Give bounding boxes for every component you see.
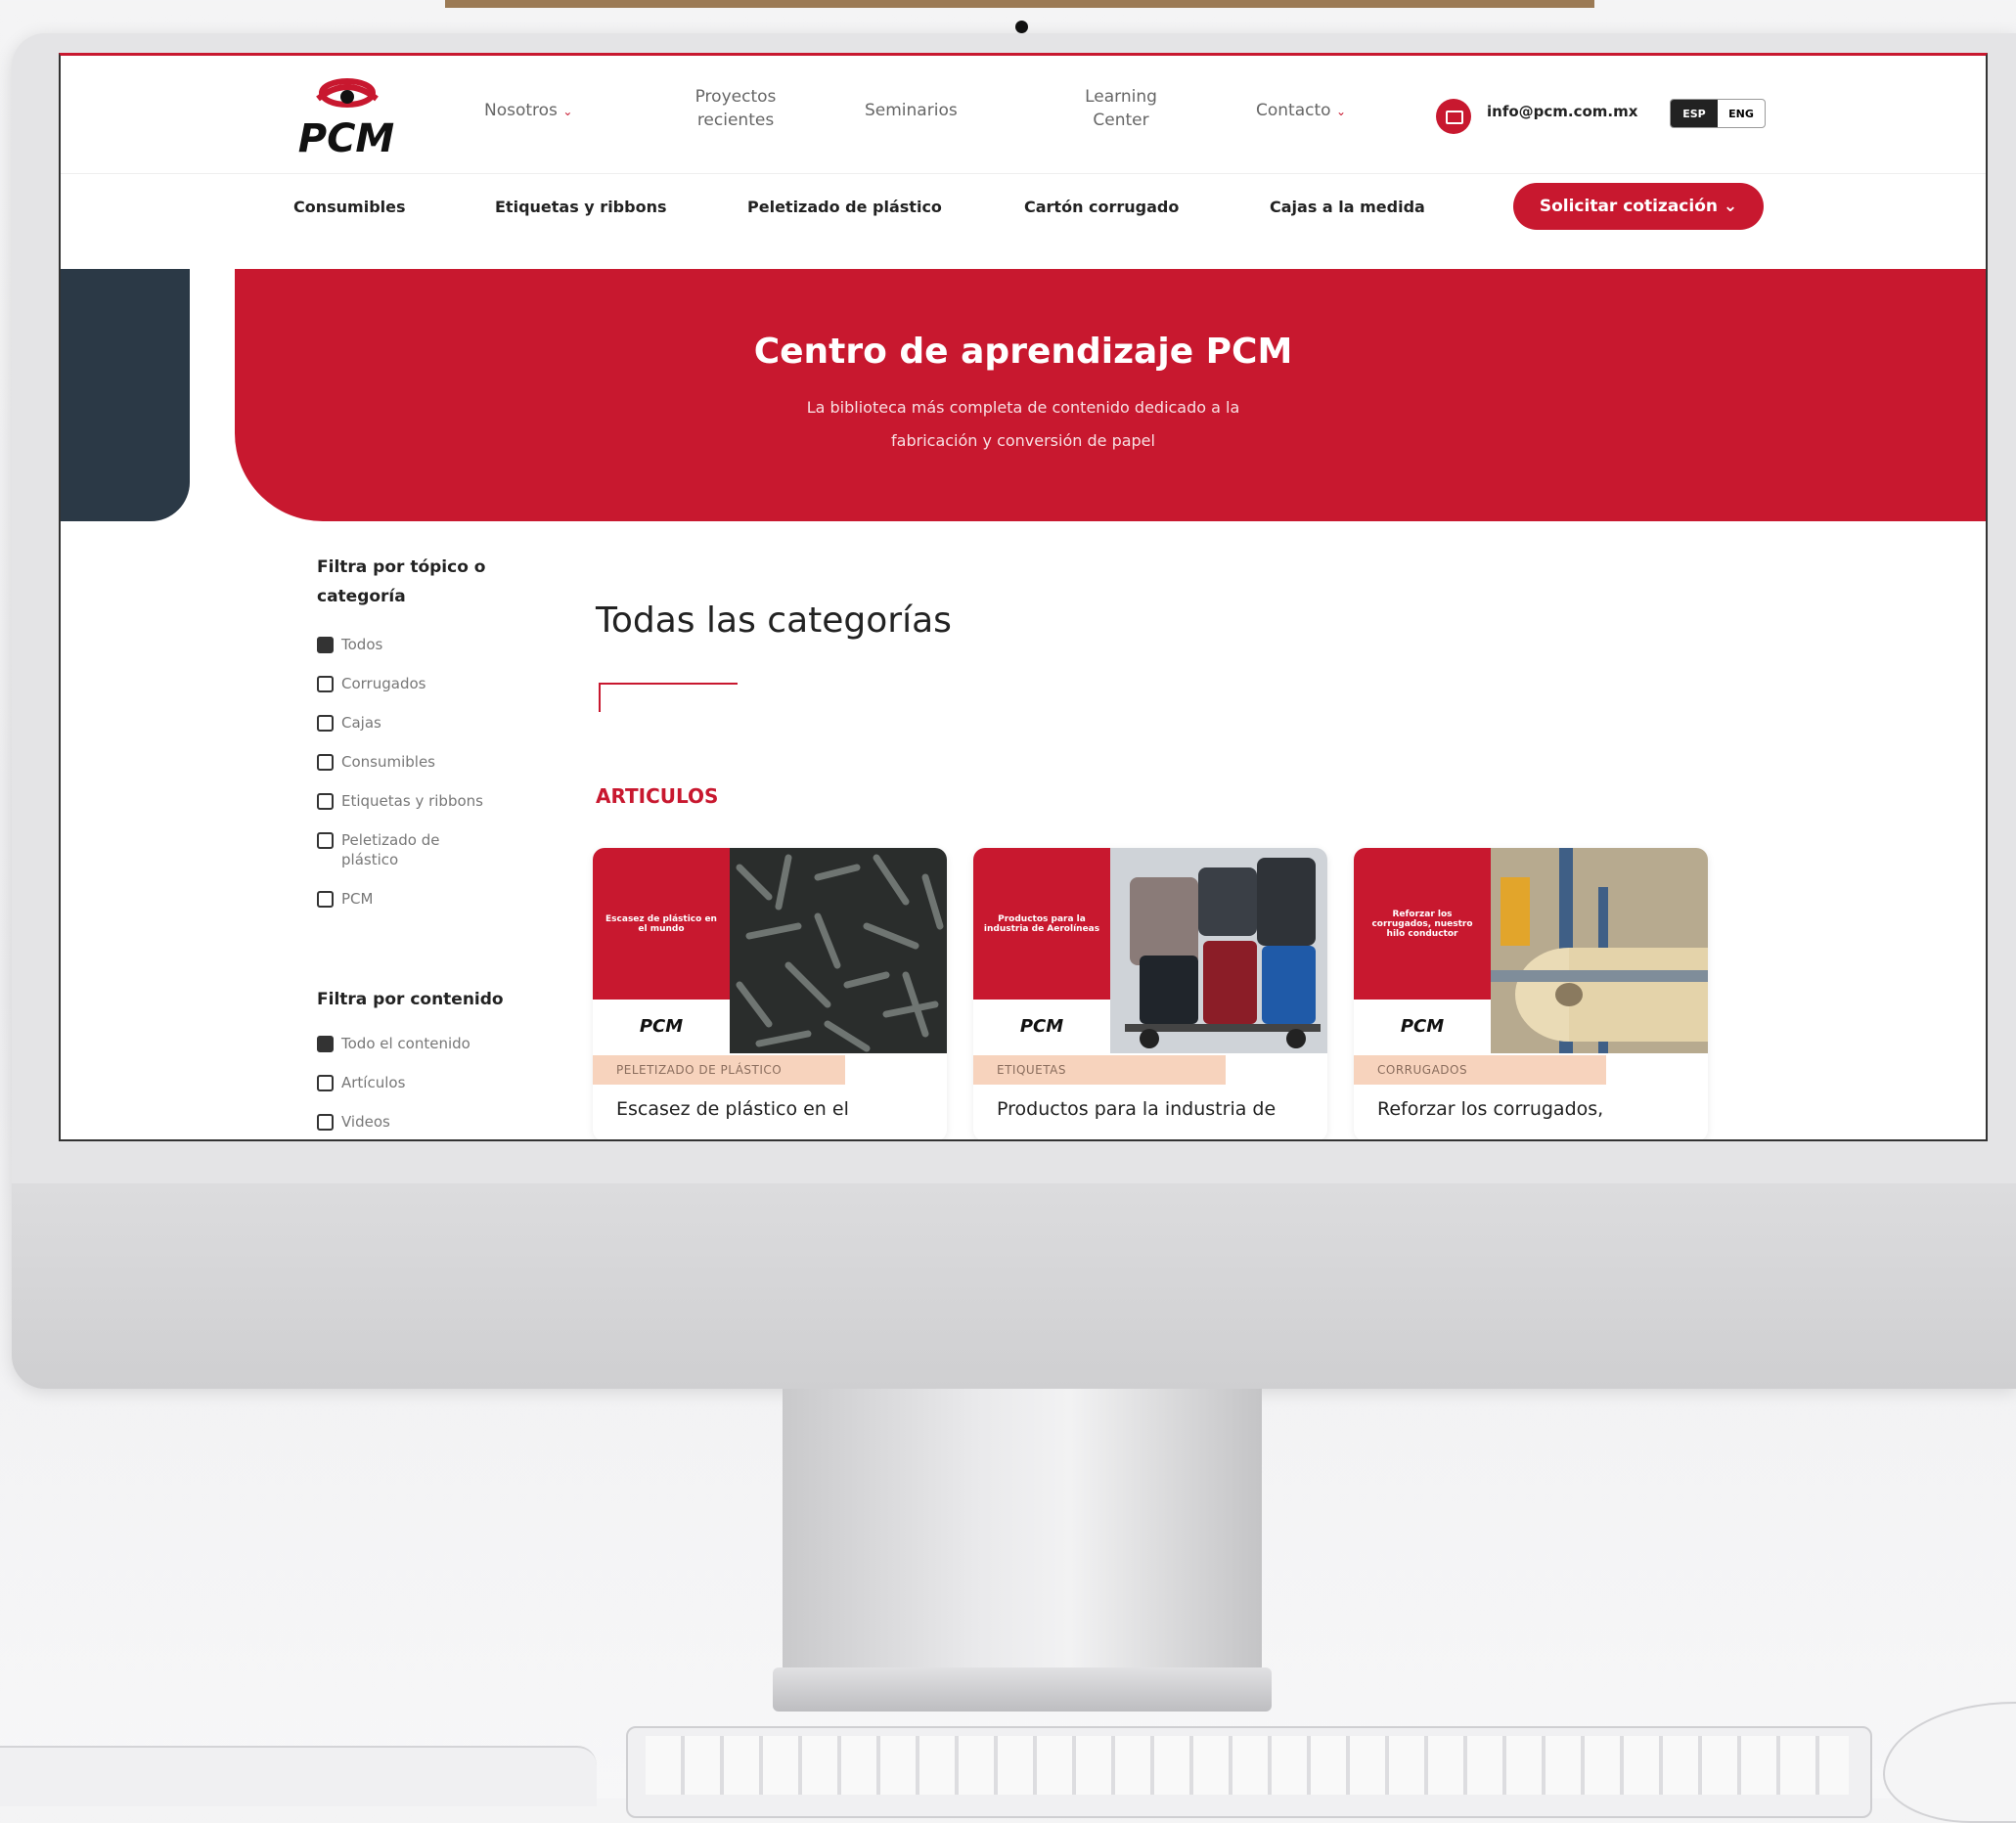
filter-consumibles[interactable]: Consumibles — [317, 752, 435, 772]
pcm-logo-small: PCM — [1354, 1000, 1491, 1053]
nav-proyectos-recientes[interactable]: Proyectos recientes — [677, 85, 794, 132]
hero-title: Centro de aprendizaje PCM — [753, 332, 1293, 372]
filter-corrugados[interactable]: Corrugados — [317, 674, 426, 693]
filter-peletizado[interactable]: Peletizado de plástico — [317, 830, 439, 869]
request-quote-button[interactable]: Solicitar cotización ⌄ — [1513, 183, 1764, 230]
filter-etiquetas[interactable]: Etiquetas y ribbons — [317, 791, 483, 811]
keyboard-keys — [646, 1736, 1849, 1795]
mouse — [1883, 1702, 2016, 1823]
page-heading: Todas las categorías — [596, 600, 952, 641]
pcm-logo-small: PCM — [593, 1000, 730, 1053]
website-screen: PCM Nosotros ⌄ Proyectos recientes Semin… — [59, 53, 1988, 1141]
article-card[interactable]: Escasez de plástico en el mundo PCM PELE… — [593, 848, 947, 1139]
chevron-down-icon: ⌄ — [1335, 105, 1347, 118]
hero-subtitle: La biblioteca más completa de contenido … — [806, 398, 1240, 450]
lang-esp[interactable]: ESP — [1671, 100, 1718, 127]
carousel-dot[interactable] — [1015, 21, 1028, 33]
top-image-edge — [445, 0, 1594, 8]
filter-cajas[interactable]: Cajas — [317, 713, 381, 733]
trackpad — [0, 1746, 597, 1806]
category-tag[interactable]: PELETIZADO DE PLÁSTICO — [593, 1055, 845, 1085]
chevron-down-icon: ⌄ — [562, 105, 573, 118]
subnav-peletizado[interactable]: Peletizado de plástico — [747, 198, 942, 216]
nav-contacto[interactable]: Contacto ⌄ — [1256, 99, 1346, 123]
checkbox[interactable] — [317, 676, 334, 692]
card-image-pellets — [730, 848, 947, 1053]
subnav-etiquetas[interactable]: Etiquetas y ribbons — [495, 198, 666, 216]
card-title[interactable]: Productos para la industria de — [997, 1098, 1276, 1120]
checkbox-checked[interactable] — [317, 1036, 334, 1052]
card-cover-text: Escasez de plástico en el mundo — [593, 848, 730, 1000]
subnav-consumibles[interactable]: Consumibles — [293, 198, 406, 216]
monitor-chin — [12, 1183, 2016, 1389]
card-cover-text: Reforzar los corrugados, nuestro hilo co… — [1354, 848, 1491, 1000]
svg-text:PCM: PCM — [298, 116, 394, 161]
category-tag[interactable]: ETIQUETAS — [973, 1055, 1226, 1085]
checkbox[interactable] — [317, 1114, 334, 1131]
card-image-paper-rolls — [1491, 848, 1708, 1053]
filter-todos[interactable]: Todos — [317, 635, 382, 654]
filter-videos[interactable]: Videos — [317, 1112, 390, 1132]
checkbox[interactable] — [317, 1075, 334, 1091]
heading-underline — [599, 683, 738, 685]
language-toggle[interactable]: ESP ENG — [1670, 99, 1766, 128]
content-filter-title: Filtra por contenido — [317, 990, 504, 1009]
filter-articulos[interactable]: Artículos — [317, 1073, 405, 1092]
heading-underline-tick — [599, 683, 601, 712]
card-image-luggage — [1110, 848, 1327, 1053]
filter-todo-contenido[interactable]: Todo el contenido — [317, 1034, 470, 1053]
checkbox[interactable] — [317, 754, 334, 771]
subnav-cajas[interactable]: Cajas a la medida — [1270, 198, 1425, 216]
section-label: ARTICULOS — [596, 784, 719, 808]
checkbox[interactable] — [317, 715, 334, 732]
mail-icon[interactable] — [1436, 99, 1471, 134]
checkbox[interactable] — [317, 891, 334, 908]
article-card[interactable]: Reforzar los corrugados, nuestro hilo co… — [1354, 848, 1708, 1139]
monitor-stand-foot — [773, 1667, 1272, 1712]
checkbox[interactable] — [317, 793, 334, 810]
checkbox[interactable] — [317, 832, 334, 849]
card-title[interactable]: Escasez de plástico en el — [616, 1098, 849, 1120]
card-title[interactable]: Reforzar los corrugados, — [1377, 1098, 1603, 1120]
pcm-logo[interactable]: PCM — [293, 75, 401, 163]
category-tag[interactable]: CORRUGADOS — [1354, 1055, 1606, 1085]
checkbox-checked[interactable] — [317, 637, 334, 653]
email-link[interactable]: info@pcm.com.mx — [1487, 103, 1637, 120]
pcm-logo-small: PCM — [973, 1000, 1110, 1053]
nav-nosotros[interactable]: Nosotros ⌄ — [484, 99, 572, 123]
card-cover-text: Productos para la industria de Aerolínea… — [973, 848, 1110, 1000]
article-card[interactable]: Productos para la industria de Aerolínea… — [973, 848, 1327, 1139]
nav-learning-center[interactable]: Learning Center — [1062, 85, 1180, 132]
hero-banner: Centro de aprendizaje PCM La biblioteca … — [235, 269, 1986, 521]
lang-eng[interactable]: ENG — [1718, 100, 1765, 127]
subnav-carton[interactable]: Cartón corrugado — [1024, 198, 1179, 216]
topic-filter-title: Filtra por tópico o categoría — [317, 557, 486, 606]
nav-seminarios[interactable]: Seminarios — [865, 99, 958, 122]
filter-pcm[interactable]: PCM — [317, 889, 373, 909]
monitor-stand — [783, 1389, 1262, 1682]
